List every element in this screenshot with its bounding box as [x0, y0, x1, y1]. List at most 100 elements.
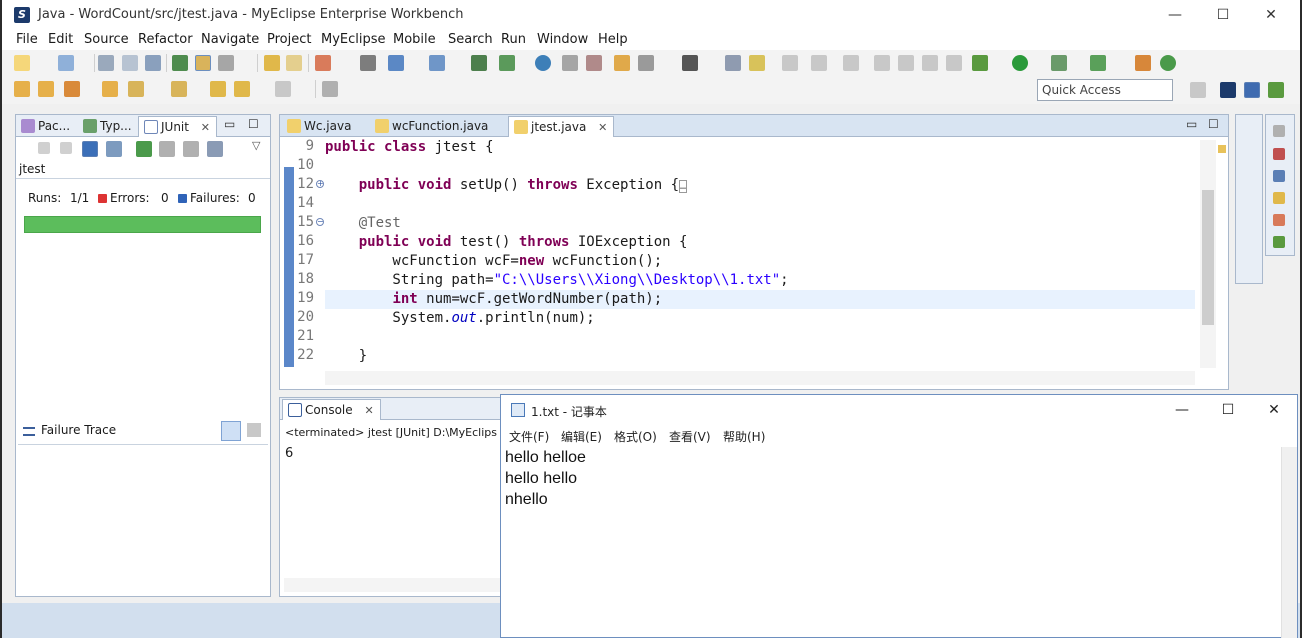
history-icon[interactable] [207, 141, 223, 157]
rocket-icon[interactable] [64, 81, 80, 97]
filter-stack-icon[interactable] [221, 421, 241, 441]
menu-search[interactable]: Search [448, 32, 493, 47]
debug-view-icon[interactable] [1273, 236, 1285, 248]
back-icon[interactable] [210, 81, 226, 97]
tab-wc-java[interactable]: Wc.java [282, 116, 357, 137]
notepad-close-button[interactable]: ✕ [1251, 395, 1297, 425]
stop-icon[interactable] [183, 141, 199, 157]
wrench-icon[interactable] [218, 55, 234, 71]
tab-type-hierarchy[interactable]: Typ... [78, 116, 138, 137]
restore-icon[interactable] [1273, 125, 1285, 137]
db-icon[interactable] [562, 55, 578, 71]
servers-icon[interactable] [1273, 214, 1285, 226]
terminate-icon[interactable] [922, 55, 938, 71]
globe-icon[interactable] [535, 55, 551, 71]
debug-perspective-icon[interactable] [1268, 82, 1284, 98]
settings-icon[interactable] [638, 55, 654, 71]
back-arrow-icon[interactable] [234, 81, 250, 97]
scroll-lock-icon[interactable] [106, 141, 122, 157]
notepad-minimize-button[interactable]: — [1159, 395, 1205, 425]
suspend-icon[interactable] [898, 55, 914, 71]
forward-arrow-icon[interactable] [275, 81, 291, 97]
arrow-icon[interactable] [749, 55, 765, 71]
maximize-editor-icon[interactable]: ☐ [1208, 117, 1219, 131]
menu-run[interactable]: Run [501, 32, 526, 47]
previous-annotation-icon[interactable] [286, 55, 302, 71]
external-tools-icon[interactable] [1090, 55, 1106, 71]
maximize-button[interactable]: ☐ [1200, 0, 1246, 30]
refresh-icon[interactable] [811, 55, 827, 71]
step-over-icon[interactable] [843, 55, 859, 71]
editor-horizontal-scrollbar[interactable] [325, 371, 1195, 385]
maximize-view-icon[interactable]: ☐ [248, 117, 259, 131]
code-area[interactable]: public class jtest { public void setUp()… [325, 138, 1199, 372]
console-horizontal-scrollbar[interactable] [284, 578, 502, 592]
next-edit-icon[interactable] [128, 81, 144, 97]
editor-vertical-scrollbar[interactable] [1200, 140, 1216, 368]
menu-mobile[interactable]: Mobile [393, 32, 436, 47]
quick-access-input[interactable]: Quick Access [1037, 79, 1173, 101]
view-menu-icon[interactable]: ▽ [252, 139, 260, 152]
menu-file[interactable]: File [16, 32, 38, 47]
minimize-button[interactable]: — [1152, 0, 1198, 30]
pin-icon[interactable] [322, 81, 338, 97]
print-icon[interactable] [145, 55, 161, 71]
coverage-icon[interactable] [1051, 55, 1067, 71]
open-folder-icon[interactable] [14, 81, 30, 97]
camera-icon[interactable] [682, 55, 698, 71]
notepad-menu-edit[interactable]: 编辑(E) [561, 428, 602, 445]
notepad-vertical-scrollbar[interactable] [1281, 447, 1297, 638]
close-button[interactable]: ✕ [1248, 0, 1294, 30]
tab-console[interactable]: Console ✕ [282, 399, 381, 420]
browser-icon[interactable] [388, 55, 404, 71]
show-failures-only-icon[interactable] [82, 141, 98, 157]
menu-refactor[interactable]: Refactor [138, 32, 193, 47]
scrollbar-thumb[interactable] [1202, 190, 1214, 325]
menu-edit[interactable]: Edit [48, 32, 73, 47]
open-perspective-icon[interactable] [1190, 82, 1206, 98]
fold-collapse-icon[interactable]: − [316, 218, 324, 226]
rerun-failed-first-icon[interactable] [159, 141, 175, 157]
menu-window[interactable]: Window [537, 32, 588, 47]
java-perspective-icon[interactable] [1244, 82, 1260, 98]
tool-icon[interactable] [471, 55, 487, 71]
close-icon[interactable]: ✕ [364, 404, 373, 417]
save-icon[interactable] [98, 55, 114, 71]
open-type-icon[interactable] [172, 55, 188, 71]
new-icon[interactable] [14, 55, 30, 71]
run-icon[interactable] [1012, 55, 1028, 71]
new-window-icon[interactable] [58, 55, 74, 71]
warning-overview-icon[interactable] [1218, 145, 1226, 153]
notepad-maximize-button[interactable]: ☐ [1205, 395, 1251, 425]
fold-expand-icon[interactable]: + [316, 180, 324, 188]
generate-icon[interactable] [499, 55, 515, 71]
open-project-icon[interactable] [38, 81, 54, 97]
myeclipse-perspective-icon[interactable] [1220, 82, 1236, 98]
menu-project[interactable]: Project [267, 32, 311, 47]
javadoc-icon[interactable] [1273, 170, 1285, 182]
tab-package-explorer[interactable]: Pac... [16, 116, 76, 137]
mark-occurrences-icon[interactable] [195, 55, 211, 71]
next-annotation-icon[interactable] [264, 55, 280, 71]
deploy-icon[interactable] [315, 55, 331, 71]
tab-jtest-java[interactable]: jtest.java ✕ [508, 116, 615, 137]
debug-icon[interactable] [972, 55, 988, 71]
tab-wcfunction-java[interactable]: wcFunction.java [370, 116, 494, 137]
next-failure-icon[interactable] [38, 142, 50, 154]
resume-icon[interactable] [874, 55, 890, 71]
close-icon[interactable]: ✕ [201, 121, 210, 134]
problems-icon[interactable] [1273, 148, 1285, 160]
close-icon[interactable]: ✕ [598, 121, 607, 134]
tab-junit[interactable]: JUnit ✕ [138, 116, 218, 137]
save-all-icon[interactable] [122, 55, 138, 71]
package-icon[interactable] [1135, 55, 1151, 71]
server-icon[interactable] [360, 55, 376, 71]
minimize-view-icon[interactable]: ▭ [224, 117, 235, 131]
notepad-menu-file[interactable]: 文件(F) [509, 428, 549, 445]
declaration-icon[interactable] [1273, 192, 1285, 204]
notepad-text-area[interactable]: hello helloe hello hello nhello [505, 447, 1281, 637]
prev-edit-icon[interactable] [171, 81, 187, 97]
step-icon[interactable] [782, 55, 798, 71]
report-icon[interactable] [614, 55, 630, 71]
notepad-menu-view[interactable]: 查看(V) [669, 428, 711, 445]
